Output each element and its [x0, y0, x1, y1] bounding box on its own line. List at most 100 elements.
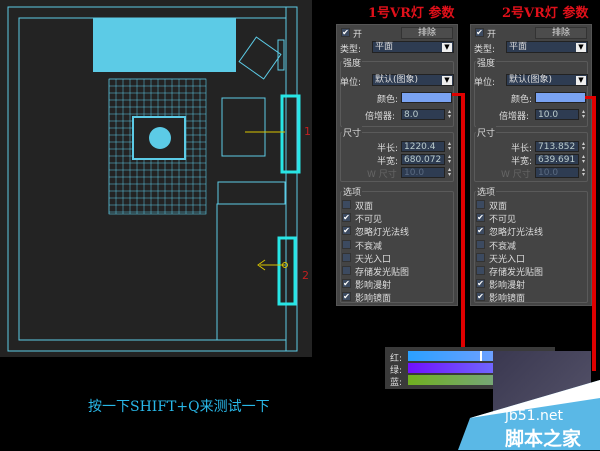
half-width-spinner[interactable]: 680.072 [401, 154, 445, 165]
chevron-down-icon: ▼ [576, 76, 586, 85]
option-checkbox[interactable] [476, 200, 485, 209]
half-length-spinner[interactable]: 713.852 [535, 141, 579, 152]
size-label: 尺寸 [476, 126, 497, 139]
half-width-label: 半宽: [377, 157, 399, 167]
option-label: 不可见 [355, 215, 383, 226]
blue-label: 蓝: [390, 378, 403, 388]
half-width-spinner[interactable]: 639.691 [535, 154, 579, 165]
top-viewport[interactable]: 1 2 [0, 0, 312, 357]
option-checkbox[interactable]: ✔ [476, 226, 485, 236]
on-checkbox[interactable]: ✔ [475, 28, 484, 37]
option-checkbox[interactable]: ✔ [476, 279, 485, 289]
options-label: 选项 [476, 185, 497, 198]
spinner-arrows-icon[interactable]: ▴ ▾ [582, 154, 587, 165]
units-label: 单位: [340, 78, 362, 88]
panel-title: 2号VR灯 参数 [502, 6, 589, 21]
type-select[interactable]: 平面 ▼ [372, 41, 454, 53]
option-checkbox[interactable] [476, 266, 485, 275]
option-label: 天光入口 [355, 254, 392, 265]
light-2-label: 2 [302, 269, 309, 282]
units-select[interactable]: 默认(图象) ▼ [506, 74, 588, 86]
spinner-arrows-icon: ▴ ▾ [448, 166, 452, 178]
w-size-spinner: 10.0 [401, 167, 445, 178]
cabinet [217, 181, 286, 205]
options-label: 选项 [342, 185, 363, 198]
option-checkbox[interactable]: ✔ [476, 292, 485, 302]
watermark-name: 脚本之家 [505, 428, 582, 450]
type-value: 平面 [375, 42, 394, 52]
red-slider-handle[interactable] [479, 351, 482, 361]
option-label: 影响漫射 [489, 281, 526, 292]
option-checkbox[interactable]: ✔ [476, 213, 485, 223]
intensity-label: 强度 [476, 56, 497, 69]
w-size-label: W 尺寸 [367, 170, 397, 180]
units-value: 默认(图象) [375, 75, 419, 85]
option-checkbox[interactable] [476, 252, 485, 262]
bed [221, 97, 266, 157]
option-label: 存储发光贴图 [355, 268, 410, 278]
link-line-2-v [592, 96, 596, 371]
option-checkbox[interactable]: ✔ [342, 213, 351, 223]
half-length-spinner[interactable]: 1220.4 [401, 141, 445, 152]
floor-plan: 1 2 [7, 6, 311, 352]
units-label: 单位: [474, 78, 496, 88]
vray-light-2 [277, 236, 297, 306]
spinner-arrows-icon[interactable]: ▴ ▾ [448, 109, 453, 120]
option-checkbox[interactable]: ✔ [342, 226, 351, 236]
on-label: 开 [353, 30, 363, 40]
option-checkbox[interactable] [342, 239, 351, 249]
caption-text: 按一下SHIFT+Q来测试一下 [88, 399, 270, 415]
option-label: 双面 [489, 202, 508, 212]
color-label: 颜色: [511, 95, 533, 105]
option-checkbox[interactable]: ✔ [342, 279, 351, 289]
vray-light-1 [280, 94, 301, 174]
option-label: 不衰减 [355, 241, 383, 252]
color-label: 颜色: [377, 95, 399, 105]
half-width-label: 半宽: [511, 157, 533, 167]
option-checkbox[interactable] [342, 200, 351, 209]
multiplier-spinner[interactable]: 10.0 [535, 109, 579, 120]
option-checkbox[interactable]: ✔ [342, 292, 351, 302]
option-checkbox[interactable] [476, 239, 485, 249]
half-length-label: 半长: [377, 144, 399, 154]
spinner-arrows-icon[interactable]: ▴ ▾ [582, 141, 587, 152]
spinner-arrows-icon[interactable]: ▴ ▾ [582, 109, 587, 120]
units-select[interactable]: 默认(图象) ▼ [372, 74, 454, 86]
option-label: 影响镜面 [355, 294, 392, 305]
multiplier-spinner[interactable]: 8.0 [401, 109, 445, 120]
exclude-button[interactable]: 排除 [401, 27, 453, 39]
sofa [93, 18, 236, 72]
option-label: 双面 [355, 202, 374, 212]
spinner-arrows-icon[interactable]: ▴ ▾ [448, 154, 453, 165]
exclude-button[interactable]: 排除 [535, 27, 587, 39]
half-length-label: 半长: [511, 144, 533, 154]
type-select[interactable]: 平面 ▼ [506, 41, 588, 53]
vray-light-2-panel: ✔ 开 排除 类型: 平面 ▼ 强度 单位: 默认(图象) ▼ 颜色: 倍增器: 1… [470, 24, 592, 306]
on-checkbox[interactable]: ✔ [341, 28, 350, 37]
chevron-down-icon: ▼ [442, 43, 452, 52]
watermark-url: jb51.net [505, 408, 564, 424]
option-checkbox[interactable] [342, 252, 351, 262]
option-label: 影响漫射 [355, 281, 392, 292]
link-line-1-v [461, 93, 465, 348]
intensity-label: 强度 [342, 56, 363, 69]
w-size-label: W 尺寸 [501, 170, 531, 180]
color-swatch[interactable] [535, 92, 586, 103]
option-label: 忽略灯光法线 [489, 228, 544, 239]
size-label: 尺寸 [342, 126, 363, 139]
chevron-down-icon: ▼ [442, 76, 452, 85]
type-value: 平面 [509, 42, 528, 52]
option-label: 影响镜面 [489, 294, 526, 305]
option-label: 存储发光贴图 [489, 268, 544, 278]
spinner-arrows-icon[interactable]: ▴ ▾ [448, 141, 453, 152]
chevron-down-icon: ▼ [576, 43, 586, 52]
type-label: 类型: [474, 45, 496, 55]
option-label: 不衰减 [489, 241, 517, 252]
color-swatch[interactable] [401, 92, 452, 103]
option-checkbox[interactable] [342, 266, 351, 275]
chair [238, 36, 282, 80]
spinner-arrows-icon: ▴ ▾ [582, 166, 586, 178]
option-label: 天光入口 [489, 254, 526, 265]
units-value: 默认(图象) [509, 75, 553, 85]
multiplier-label: 倍增器: [365, 112, 396, 122]
